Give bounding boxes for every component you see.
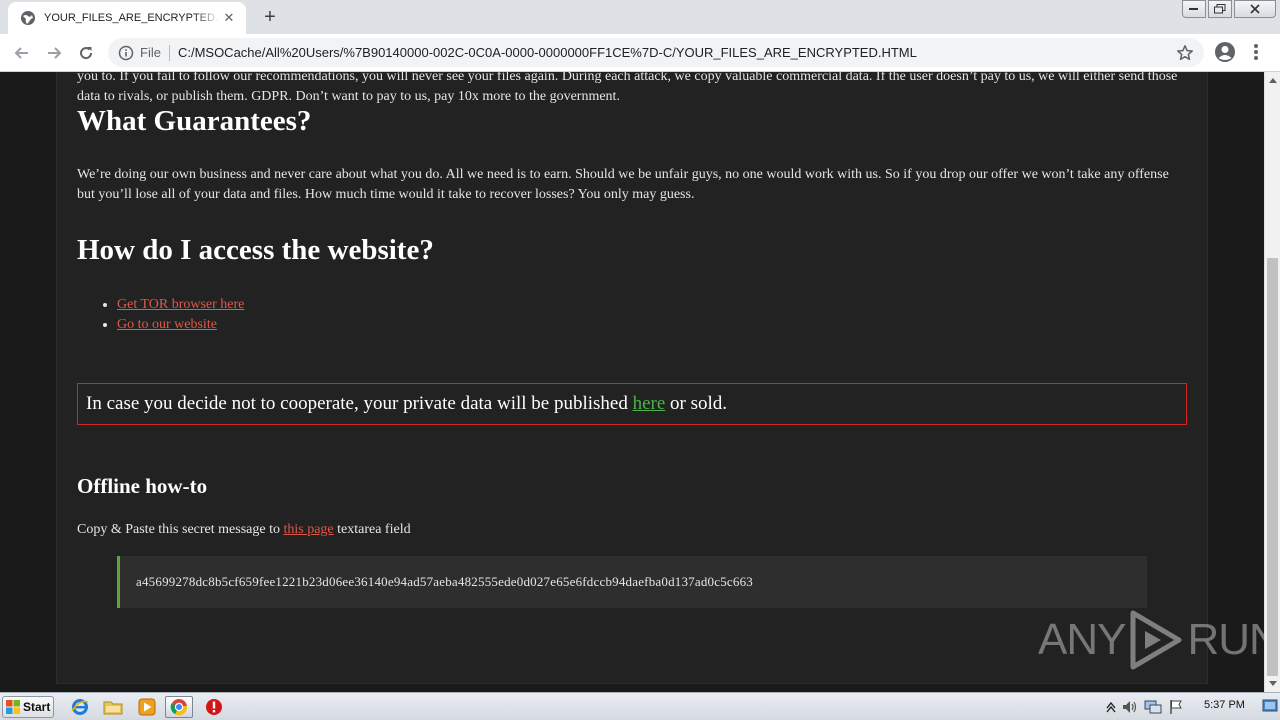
- network-icon[interactable]: [1144, 699, 1162, 715]
- tor-browser-link[interactable]: Get TOR browser here: [117, 297, 244, 312]
- copy-text-after: textarea field: [333, 522, 411, 537]
- play-logo-icon: [1130, 610, 1182, 670]
- chevron-up-icon[interactable]: [1106, 701, 1116, 713]
- taskbar-explorer[interactable]: [99, 696, 127, 718]
- close-window-button[interactable]: [1234, 0, 1276, 18]
- scroll-down-button[interactable]: [1265, 676, 1280, 692]
- website-link[interactable]: Go to our website: [117, 317, 217, 332]
- restore-icon: [1214, 4, 1226, 14]
- star-icon[interactable]: [1176, 44, 1194, 62]
- guarantees-heading: What Guarantees?: [77, 105, 312, 137]
- guarantees-paragraph: We’re doing our own business and never c…: [77, 167, 1169, 202]
- omnibox-divider: [168, 44, 170, 61]
- taskbar-media-player[interactable]: [133, 696, 161, 718]
- warning-text-before: In case you decide not to cooperate, you…: [86, 393, 633, 414]
- browser-tab[interactable]: YOUR_FILES_ARE_ENCRYPTED.HTML ✕: [8, 2, 246, 34]
- list-item: Go to our website: [117, 315, 244, 335]
- page-scrollbar[interactable]: [1264, 72, 1280, 692]
- arrow-right-icon: [48, 47, 62, 59]
- this-page-link[interactable]: this page: [283, 522, 333, 537]
- secret-message-block[interactable]: a45699278dc8b5cf659fee1221b23d06ee36140e…: [117, 556, 1147, 608]
- publish-link[interactable]: here: [633, 393, 666, 415]
- access-links-list: Get TOR browser here Go to our website: [117, 295, 244, 335]
- show-desktop-icon[interactable]: [1262, 697, 1278, 715]
- offline-heading: Offline how-to: [77, 474, 208, 498]
- copy-text-before: Copy & Paste this secret message to: [77, 522, 284, 537]
- secret-message[interactable]: a45699278dc8b5cf659fee1221b23d06ee36140e…: [136, 574, 753, 590]
- profile-icon[interactable]: [1214, 41, 1236, 63]
- taskbar-ie[interactable]: [66, 696, 94, 718]
- start-label: Start: [23, 700, 51, 714]
- windows-logo-icon: [6, 700, 20, 714]
- caret-up-icon: [1269, 78, 1277, 83]
- browser-titlebar: YOUR_FILES_ARE_ENCRYPTED.HTML ✕ +: [0, 0, 1280, 34]
- taskbar: Start 5:37 PM: [0, 692, 1280, 720]
- reload-button[interactable]: [74, 41, 98, 65]
- speaker-icon[interactable]: [1122, 700, 1138, 714]
- taskbar-clock[interactable]: 5:37 PM: [1204, 699, 1245, 711]
- folder-icon: [103, 701, 123, 715]
- globe-icon: [21, 11, 35, 25]
- browser-toolbar: File C:/MSOCache/All%20Users/%7B90140000…: [0, 34, 1280, 72]
- ransom-note-card: you to. If you fail to follow our recomm…: [56, 72, 1208, 684]
- scroll-up-button[interactable]: [1265, 72, 1280, 88]
- arrow-left-icon: [14, 47, 28, 59]
- anyrun-watermark: ANY RUN: [1038, 606, 1280, 674]
- taskbar-alert-app[interactable]: [200, 696, 228, 718]
- watermark-text-left: ANY: [1038, 615, 1126, 664]
- warning-icon: [206, 699, 222, 715]
- scroll-thumb[interactable]: [1267, 258, 1278, 676]
- page-viewport: you to. If you fail to follow our recomm…: [0, 72, 1264, 692]
- kebab-menu-icon[interactable]: [1248, 42, 1264, 62]
- minimize-button[interactable]: [1182, 0, 1206, 18]
- taskbar-chrome[interactable]: [165, 696, 193, 718]
- list-item: Get TOR browser here: [117, 295, 244, 315]
- tab-close-icon[interactable]: ✕: [220, 9, 238, 27]
- access-heading: How do I access the website?: [77, 234, 434, 266]
- internet-explorer-icon: [71, 699, 89, 715]
- warning-text-after: or sold.: [665, 393, 728, 414]
- url-text[interactable]: C:/MSOCache/All%20Users/%7B90140000-002C…: [178, 45, 917, 60]
- warning-box: In case you decide not to cooperate, you…: [77, 383, 1187, 425]
- forward-button[interactable]: [42, 41, 66, 65]
- address-bar[interactable]: File C:/MSOCache/All%20Users/%7B90140000…: [108, 38, 1204, 67]
- intro-paragraph: you to. If you fail to follow our recomm…: [77, 72, 1178, 104]
- reload-icon: [80, 47, 93, 60]
- system-tray: [1106, 697, 1184, 717]
- info-icon[interactable]: [118, 45, 134, 61]
- minimize-icon: [1189, 8, 1198, 10]
- copy-instruction: Copy & Paste this secret message to this…: [77, 520, 411, 540]
- caret-down-icon: [1269, 681, 1277, 686]
- close-icon: [1250, 4, 1260, 14]
- new-tab-button[interactable]: +: [258, 6, 282, 28]
- scheme-label: File: [140, 45, 161, 60]
- back-button[interactable]: [10, 41, 34, 65]
- media-player-icon: [138, 698, 156, 716]
- tab-title: YOUR_FILES_ARE_ENCRYPTED.HTML: [44, 12, 220, 24]
- chrome-icon: [170, 699, 188, 716]
- start-button[interactable]: Start: [2, 696, 54, 718]
- maximize-button[interactable]: [1208, 0, 1232, 18]
- action-center-flag-icon[interactable]: [1168, 699, 1184, 715]
